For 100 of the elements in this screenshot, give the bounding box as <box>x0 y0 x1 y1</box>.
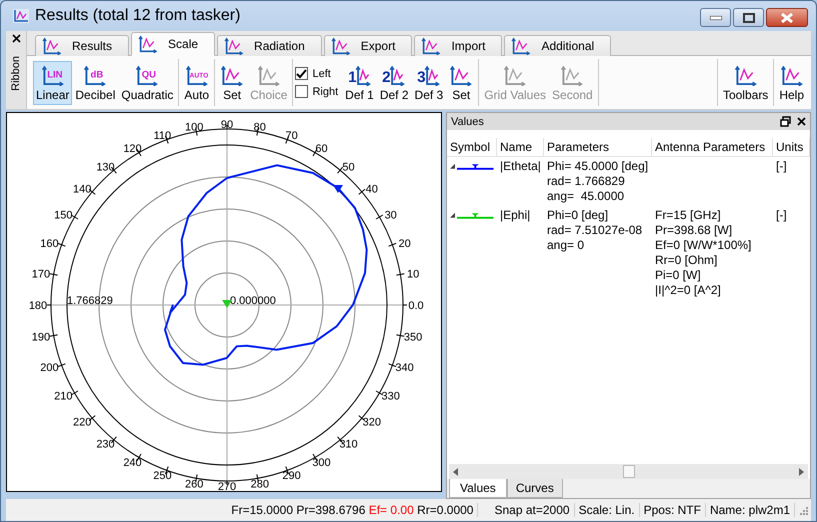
angle-label: 280 <box>250 478 269 490</box>
column-header[interactable]: Name <box>497 138 544 157</box>
ribbon-label: Ribbon <box>10 56 22 91</box>
units-cell-text: [-] <box>775 207 788 224</box>
chart-icon <box>780 64 804 86</box>
radius-label: 1.766829 <box>67 295 113 307</box>
table-cell-text: ang= 45.0000 <box>547 189 626 204</box>
chart-icon <box>421 37 442 55</box>
ribbon-tab[interactable]: Radiation <box>217 35 322 56</box>
panel-tab[interactable]: Values <box>449 479 507 498</box>
column-header[interactable]: Units <box>773 138 810 157</box>
table-cell: Phi= 45.0000 [deg] <box>547 159 649 174</box>
status-text: Snap at=2000 <box>490 503 575 517</box>
checkmark-icon <box>296 68 308 78</box>
chart-icon <box>138 35 158 53</box>
table-cell-text: Rr=0 [Ohm] <box>655 253 718 268</box>
minimize-button[interactable] <box>700 8 731 27</box>
angle-label: 340 <box>395 362 414 374</box>
maximize-icon <box>742 12 754 22</box>
tool-button[interactable]: Toolbars <box>720 60 772 104</box>
angle-label: 60 <box>315 143 328 156</box>
units-cell-text: [-] <box>775 158 788 175</box>
scroll-thumb[interactable] <box>622 465 634 478</box>
window-title: Results (total 12 from tasker) <box>35 7 240 25</box>
tool-button[interactable]: Help <box>776 60 807 104</box>
angle-label: 350 <box>404 331 422 344</box>
tool-button[interactable]: 2 Def 2 <box>376 60 412 104</box>
tool-button[interactable]: Set <box>217 60 248 104</box>
table-cell-text: rad= 7.51027e-08 <box>547 223 644 238</box>
tool-button[interactable]: QU Quadratic <box>118 60 176 104</box>
close-icon <box>781 12 793 22</box>
checkbox[interactable]: Right <box>295 85 338 98</box>
scroll-left-icon <box>453 468 458 476</box>
angle-label: 40 <box>366 184 378 196</box>
chart-icon <box>449 64 474 86</box>
ribbon-tab[interactable]: Export <box>324 35 412 56</box>
chart-icon <box>330 37 351 55</box>
center-label: 0.000000 <box>230 295 276 307</box>
column-header[interactable]: Parameters <box>544 138 652 157</box>
ribbon-tab[interactable]: Scale <box>131 32 216 56</box>
tool-button[interactable]: LIN Linear <box>33 60 72 104</box>
angle-label: 220 <box>73 416 92 428</box>
angle-label: 110 <box>154 130 172 142</box>
angle-label: 0.0 <box>408 300 424 312</box>
tool-button[interactable]: Set <box>446 60 476 104</box>
table-cell-text: Fr=15 [GHz] <box>655 208 722 223</box>
angle-label: 140 <box>73 184 92 196</box>
angle-label: 320 <box>362 416 381 428</box>
angle-label: 100 <box>185 122 204 134</box>
minimize-icon <box>710 16 722 20</box>
angle-label: 290 <box>282 470 301 482</box>
horizontal-scrollbar[interactable] <box>449 464 808 479</box>
chart-icon <box>511 37 532 55</box>
table-cell-text: |I|^2=0 [A^2] <box>655 283 722 298</box>
angle-label: 310 <box>339 438 358 451</box>
chart-icon <box>734 64 758 86</box>
column-header[interactable]: Symbol <box>447 138 497 157</box>
tool-button[interactable]: 3 Def 3 <box>412 60 446 104</box>
chart-icon <box>560 64 584 86</box>
maximize-button[interactable] <box>733 8 764 27</box>
angle-label: 300 <box>312 456 331 469</box>
angle-label: 270 <box>218 481 236 493</box>
chart-icon <box>224 37 244 55</box>
close-icon <box>12 34 20 43</box>
panel-tab[interactable]: Curves <box>506 479 563 498</box>
angle-label: 120 <box>123 143 142 156</box>
angle-label: 10 <box>406 268 420 281</box>
status-text: Fr=15.0000 Pr=398.6796 Ef= 0.00 Rr=0.0000 <box>227 503 478 517</box>
close-button[interactable] <box>766 8 808 27</box>
table-cell-text: ang= 0 <box>547 238 586 253</box>
chart-icon <box>220 64 244 86</box>
scroll-right-icon <box>799 468 804 476</box>
table-cell-text: Pr=398.68 [W] <box>655 223 734 238</box>
ribbon-tab[interactable]: Additional <box>504 35 612 56</box>
float-button[interactable] <box>780 116 791 127</box>
status-text: Scale: Lin. <box>574 503 640 517</box>
ribbon-tab[interactable]: Results <box>35 35 130 56</box>
chart-icon <box>42 37 62 55</box>
panel-title: Values <box>451 116 484 128</box>
status-text: Name: plw2m1 <box>706 503 795 517</box>
column-header[interactable]: Antenna Parameters <box>652 138 773 157</box>
tool-button[interactable]: 1 Def 1 <box>342 60 377 104</box>
angle-label: 330 <box>382 390 400 402</box>
angle-label: 240 <box>123 456 142 469</box>
angle-label: 90 <box>220 119 234 131</box>
angle-label: 30 <box>384 210 397 222</box>
panel-close-button[interactable] <box>797 117 806 126</box>
table-cell-text: Pi=0 [W] <box>655 268 702 283</box>
tool-button[interactable]: dB Decibel <box>72 60 118 104</box>
table-cell-text: Ef=0 [W/W*100%] <box>655 238 752 253</box>
angle-label: 130 <box>96 161 115 174</box>
checkbox[interactable]: Left <box>295 67 338 80</box>
angle-label: 210 <box>54 390 72 402</box>
curve-marker <box>222 300 232 308</box>
chart-icon <box>256 64 281 86</box>
angle-label: 230 <box>96 438 115 451</box>
resize-grip-icon <box>798 505 808 515</box>
angle-label: 200 <box>40 362 59 374</box>
ribbon-tab[interactable]: Import <box>414 35 502 56</box>
table-cell-text: Phi=0 [deg] <box>547 208 610 223</box>
